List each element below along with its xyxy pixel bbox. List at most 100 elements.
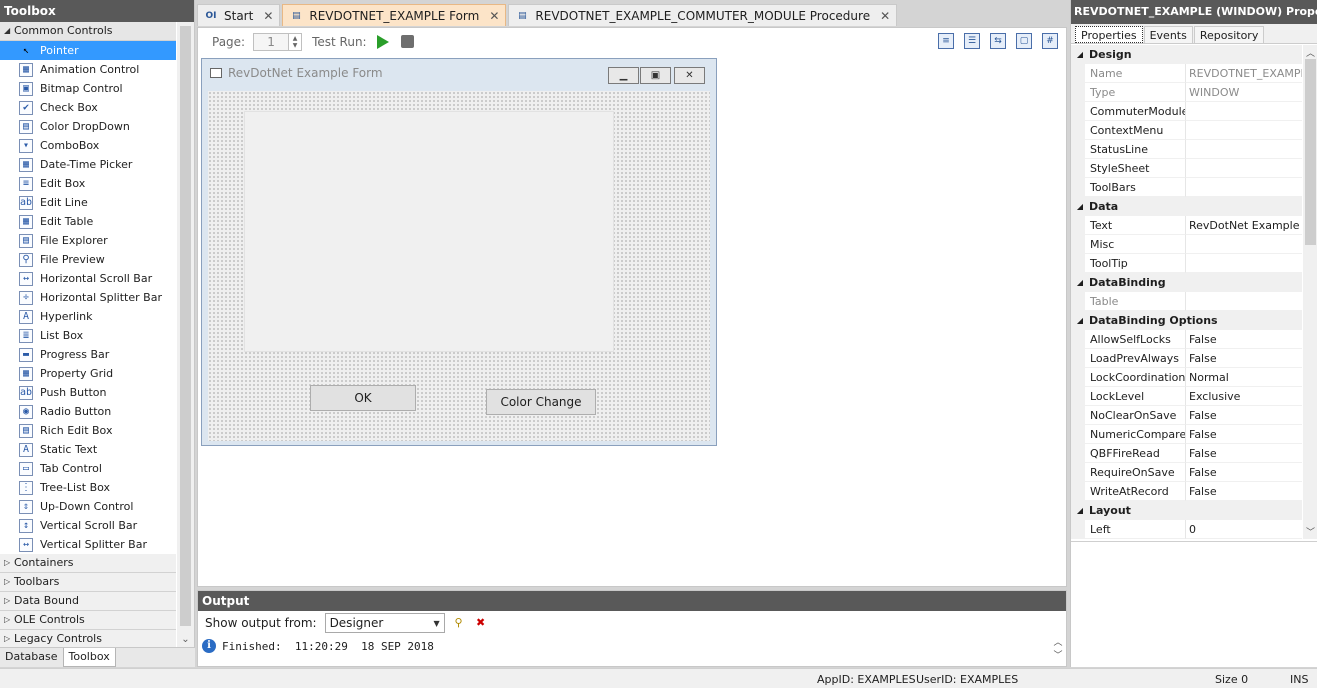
property-category[interactable]: ◢ Data	[1071, 197, 1302, 216]
toolbox-category[interactable]: ▷ Containers	[0, 554, 176, 573]
form-panel-control[interactable]	[244, 111, 614, 352]
ok-button[interactable]: OK	[310, 385, 416, 411]
toolbox-item[interactable]: ▣ Bitmap Control	[0, 79, 176, 98]
close-icon[interactable]: ✕	[489, 9, 499, 23]
run-icon[interactable]	[376, 34, 389, 49]
toolbox-item[interactable]: ✔ Check Box	[0, 98, 176, 117]
toolbox-category[interactable]: ▷ Data Bound	[0, 592, 176, 611]
property-row[interactable]: NoClearOnSave False	[1071, 406, 1302, 425]
toolbox-item[interactable]: ÷ Horizontal Splitter Bar	[0, 288, 176, 307]
property-row[interactable]: TextRevDotNet Example Form	[1071, 216, 1302, 235]
toolbox-item[interactable]: A Hyperlink	[0, 307, 176, 326]
property-value[interactable]: Exclusive	[1186, 387, 1302, 406]
clear-output-icon[interactable]: ✖	[473, 615, 489, 631]
toolbox-item[interactable]: ab Push Button	[0, 383, 176, 402]
toolbox-item[interactable]: ↖ Pointer	[0, 41, 176, 60]
property-value[interactable]	[1186, 140, 1302, 159]
property-value[interactable]: False	[1186, 425, 1302, 444]
close-icon[interactable]: ✕	[674, 67, 705, 84]
toolbox-item[interactable]: ⋮ Tree-List Box	[0, 478, 176, 497]
toolbox-item[interactable]: ⚲ File Preview	[0, 250, 176, 269]
output-source-select[interactable]: Designer ▼	[324, 613, 445, 633]
color-change-button[interactable]: Color Change	[486, 389, 596, 415]
property-value[interactable]	[1186, 121, 1302, 140]
tab-toolbox[interactable]: Toolbox	[62, 648, 116, 667]
close-icon[interactable]: ✕	[880, 9, 890, 23]
form-client-area[interactable]: OK Color Change	[208, 91, 710, 441]
tab-order-icon[interactable]: ☰	[964, 33, 980, 49]
toolbox-item[interactable]: ▤ Color DropDown	[0, 117, 176, 136]
property-value[interactable]: False	[1186, 463, 1302, 482]
minimize-icon[interactable]: ▁	[608, 67, 639, 84]
property-category[interactable]: ◢ DataBinding	[1071, 273, 1302, 292]
tab-events[interactable]: Events	[1143, 26, 1193, 43]
property-row[interactable]: CommuterModule	[1071, 102, 1302, 121]
property-row[interactable]: StatusLine	[1071, 140, 1302, 159]
property-value[interactable]: False	[1186, 406, 1302, 425]
toolbox-item[interactable]: ▭ Tab Control	[0, 459, 176, 478]
toolbox-item[interactable]: ▬ Progress Bar	[0, 345, 176, 364]
property-value[interactable]: False	[1186, 330, 1302, 349]
property-grid-scrollbar[interactable]: ︿ ﹀	[1303, 45, 1317, 539]
toolbox-item[interactable]: ↔ Horizontal Scroll Bar	[0, 269, 176, 288]
property-row[interactable]: QBFFireRead False	[1071, 444, 1302, 463]
scroll-up-icon[interactable]: ︿	[1303, 46, 1317, 59]
property-value[interactable]	[1186, 254, 1302, 273]
property-value[interactable]	[1186, 159, 1302, 178]
property-row[interactable]: RequireOnSave False	[1071, 463, 1302, 482]
toolbox-item[interactable]: ≣ List Box	[0, 326, 176, 345]
tab-form[interactable]: ▤ REVDOTNET_EXAMPLE Form ✕	[282, 4, 507, 26]
property-row[interactable]: Type WINDOW	[1071, 83, 1302, 102]
toolbox-item[interactable]: ≡ Edit Box	[0, 174, 176, 193]
property-row[interactable]: LockLevel Exclusive	[1071, 387, 1302, 406]
maximize-icon[interactable]: ▣	[640, 67, 671, 84]
toolbox-item[interactable]: ◉ Radio Button	[0, 402, 176, 421]
property-row[interactable]: AllowSelfLocks False	[1071, 330, 1302, 349]
property-value[interactable]: 0	[1186, 520, 1302, 539]
property-value[interactable]	[1186, 178, 1302, 197]
toolbox-item[interactable]: ▾ ComboBox	[0, 136, 176, 155]
design-form-window[interactable]: RevDotNet Example Form ▁ ▣ ✕ OK Color Ch…	[201, 58, 717, 446]
property-value[interactable]	[1186, 102, 1302, 121]
toolbox-item[interactable]: ▦ Property Grid	[0, 364, 176, 383]
property-value[interactable]	[1186, 235, 1302, 254]
scrollbar-thumb[interactable]	[1305, 59, 1316, 245]
property-value[interactable]: False	[1186, 444, 1302, 463]
close-icon[interactable]: ✕	[263, 9, 273, 23]
scroll-down-icon[interactable]: ⌄	[177, 634, 194, 645]
property-row[interactable]: Name REVDOTNET_EXAMPLE	[1071, 64, 1302, 83]
select-frame-icon[interactable]: ▢	[1016, 33, 1032, 49]
toolbox-item[interactable]: ↕ Vertical Scroll Bar	[0, 516, 176, 535]
stop-icon[interactable]	[400, 35, 414, 48]
property-row[interactable]: StyleSheet	[1071, 159, 1302, 178]
toolbox-scrollbar[interactable]: ⌄	[177, 22, 194, 647]
toolbox-item[interactable]: ⇕ Up-Down Control	[0, 497, 176, 516]
property-row[interactable]: Left 0	[1071, 520, 1302, 539]
property-row[interactable]: Table	[1071, 292, 1302, 311]
scroll-down-icon[interactable]: ﹀	[1303, 525, 1317, 538]
property-row[interactable]: LockCoordination Normal	[1071, 368, 1302, 387]
property-value[interactable]: False	[1186, 349, 1302, 368]
property-row[interactable]: NumericCompare False	[1071, 425, 1302, 444]
property-row[interactable]: ToolTip	[1071, 254, 1302, 273]
property-row[interactable]: ToolBars	[1071, 178, 1302, 197]
toolbox-item[interactable]: ab Edit Line	[0, 193, 176, 212]
toolbox-item[interactable]: ▦ Date-Time Picker	[0, 155, 176, 174]
stepper-down-icon[interactable]: ▼	[293, 42, 298, 49]
toolbox-item[interactable]: ▤ File Explorer	[0, 231, 176, 250]
arrange-icon[interactable]: ⇆	[990, 33, 1006, 49]
toolbox-item[interactable]: ▦ Animation Control	[0, 60, 176, 79]
stepper-up-icon[interactable]: ▲	[293, 35, 298, 42]
toolbox-item[interactable]: A Static Text	[0, 440, 176, 459]
toolbox-category[interactable]: ▷ Legacy Controls	[0, 630, 176, 647]
tab-repository[interactable]: Repository	[1193, 26, 1265, 43]
scroll-up-icon[interactable]: ︿	[1050, 635, 1066, 648]
find-in-output-icon[interactable]: ⚲	[451, 615, 467, 631]
grid-icon[interactable]: #	[1042, 33, 1058, 49]
property-category[interactable]: ◢ DataBinding Options	[1071, 311, 1302, 330]
toolbox-category[interactable]: ▷ OLE Controls	[0, 611, 176, 630]
property-row[interactable]: WriteAtRecord False	[1071, 482, 1302, 501]
align-icon[interactable]: ≡	[938, 33, 954, 49]
property-value[interactable]: RevDotNet Example Form	[1186, 216, 1302, 235]
toolbox-item[interactable]: ↔ Vertical Splitter Bar	[0, 535, 176, 554]
